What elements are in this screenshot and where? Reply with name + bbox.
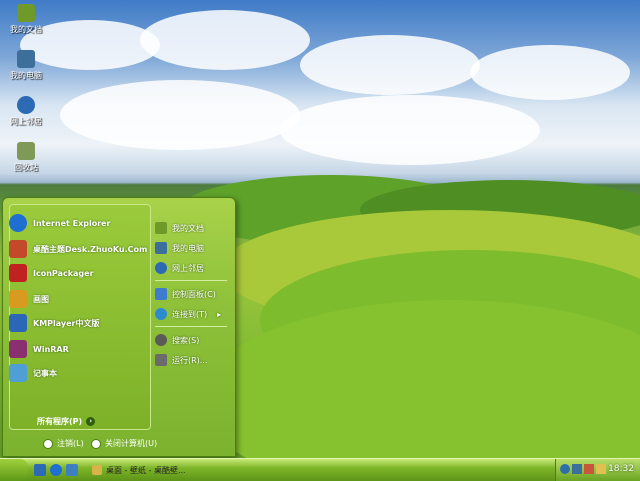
logoff-button[interactable]: 注销(L) xyxy=(43,438,84,449)
menu-item-paint[interactable]: 画图 xyxy=(9,288,49,310)
logoff-icon xyxy=(43,438,53,449)
menu-item-label: 网上邻居 xyxy=(172,263,204,273)
divider xyxy=(155,280,227,281)
logoff-label: 注销(L) xyxy=(57,439,84,448)
chevron-right-icon: › xyxy=(86,417,96,426)
winrar-icon xyxy=(9,340,27,358)
computer-icon xyxy=(17,50,35,68)
internet-explorer-icon[interactable] xyxy=(50,464,62,476)
folder-icon xyxy=(17,4,35,22)
desktop-icon-recycle-bin[interactable]: 回收站 xyxy=(0,142,52,173)
network-icon xyxy=(155,262,167,274)
menu-item-label: 运行(R)... xyxy=(172,355,208,365)
menu-item-my-computer[interactable]: 我的电脑 xyxy=(155,240,204,256)
run-icon xyxy=(155,354,167,366)
all-programs-button[interactable]: 所有程序(P) › xyxy=(37,416,96,427)
menu-item-notepad[interactable]: 记事本 xyxy=(9,362,57,384)
tray-icon-user[interactable] xyxy=(584,464,594,474)
menu-item-label: 我的文档 xyxy=(172,223,204,233)
media-player-icon[interactable] xyxy=(66,464,78,476)
shutdown-button[interactable]: 关闭计算机(U) xyxy=(91,438,157,449)
menu-item-label: 桌酷主题Desk.ZhuoKu.Com xyxy=(33,244,148,254)
tray-icon-back[interactable] xyxy=(560,464,570,474)
taskbar-item-label: 桌面 - 壁纸 - 桌酷壁... xyxy=(106,465,186,475)
search-icon xyxy=(155,334,167,346)
menu-item-connect-to[interactable]: 连接到(T) ▸ xyxy=(155,306,221,322)
paint-icon xyxy=(9,290,27,308)
menu-item-label: 画图 xyxy=(33,294,49,304)
desktop-icon-label: 我的文档 xyxy=(10,25,42,34)
menu-item-my-documents[interactable]: 我的文档 xyxy=(155,220,204,236)
menu-item-label: WinRAR xyxy=(33,344,69,354)
taskbar-item-desktop[interactable]: 桌面 - 壁纸 - 桌酷壁... xyxy=(92,462,188,478)
menu-item-label: 记事本 xyxy=(33,368,57,378)
menu-item-label: Internet Explorer xyxy=(33,218,111,228)
desktop-icon-label: 回收站 xyxy=(14,163,38,172)
menu-item-control-panel[interactable]: 控制面板(C) xyxy=(155,286,216,302)
menu-item-zhuoku[interactable]: 桌酷主题Desk.ZhuoKu.Com xyxy=(9,238,147,260)
network-icon xyxy=(17,96,35,114)
control-panel-icon xyxy=(155,288,167,300)
clock[interactable]: 18:32 xyxy=(608,464,634,474)
start-button[interactable] xyxy=(0,459,28,481)
tray-icon-network[interactable] xyxy=(572,464,582,474)
connect-icon xyxy=(155,308,167,320)
my-documents-icon xyxy=(155,222,167,234)
menu-item-iconpackager[interactable]: IconPackager xyxy=(9,262,94,284)
menu-item-run[interactable]: 运行(R)... xyxy=(155,352,207,368)
menu-item-network[interactable]: 网上邻居 xyxy=(155,260,204,276)
power-icon xyxy=(91,438,101,449)
start-menu: Internet Explorer 桌酷主题Desk.ZhuoKu.Com Ic… xyxy=(2,197,236,457)
internet-explorer-icon xyxy=(9,214,27,232)
menu-item-kmplayer[interactable]: KMPlayer中文版 xyxy=(9,312,100,334)
all-programs-label: 所有程序(P) xyxy=(37,417,83,426)
menu-item-search[interactable]: 搜索(S) xyxy=(155,332,199,348)
menu-item-label: 搜索(S) xyxy=(172,335,200,345)
desktop-icon-network[interactable]: 网上邻居 xyxy=(0,96,52,127)
notepad-icon xyxy=(9,364,27,382)
menu-item-internet-explorer[interactable]: Internet Explorer xyxy=(9,212,111,234)
desktop-icon-my-documents[interactable]: 我的文档 xyxy=(0,4,52,35)
shutdown-label: 关闭计算机(U) xyxy=(105,439,158,448)
menu-item-label: 控制面板(C) xyxy=(172,289,216,299)
desktop-icon-my-computer[interactable]: 我的电脑 xyxy=(0,50,52,81)
taskbar: 桌面 - 壁纸 - 桌酷壁... 18:32 xyxy=(0,458,640,481)
iconpackager-icon xyxy=(9,264,27,282)
tray-icon-volume[interactable] xyxy=(596,464,606,474)
zhuoku-icon xyxy=(9,240,27,258)
show-desktop-icon[interactable] xyxy=(34,464,46,476)
menu-item-label: IconPackager xyxy=(33,268,94,278)
menu-item-label: 我的电脑 xyxy=(172,243,204,253)
desktop-icon-label: 网上邻居 xyxy=(10,117,42,126)
chevron-right-icon: ▸ xyxy=(217,309,222,319)
kmplayer-icon xyxy=(9,314,27,332)
recycle-bin-icon xyxy=(17,142,35,160)
menu-item-label: KMPlayer中文版 xyxy=(33,318,100,328)
system-tray: 18:32 xyxy=(555,459,640,481)
menu-item-label: 连接到(T) xyxy=(172,309,208,319)
my-computer-icon xyxy=(155,242,167,254)
folder-icon xyxy=(92,465,102,475)
divider xyxy=(155,326,227,327)
menu-item-winrar[interactable]: WinRAR xyxy=(9,338,69,360)
desktop-icon-label: 我的电脑 xyxy=(10,71,42,80)
